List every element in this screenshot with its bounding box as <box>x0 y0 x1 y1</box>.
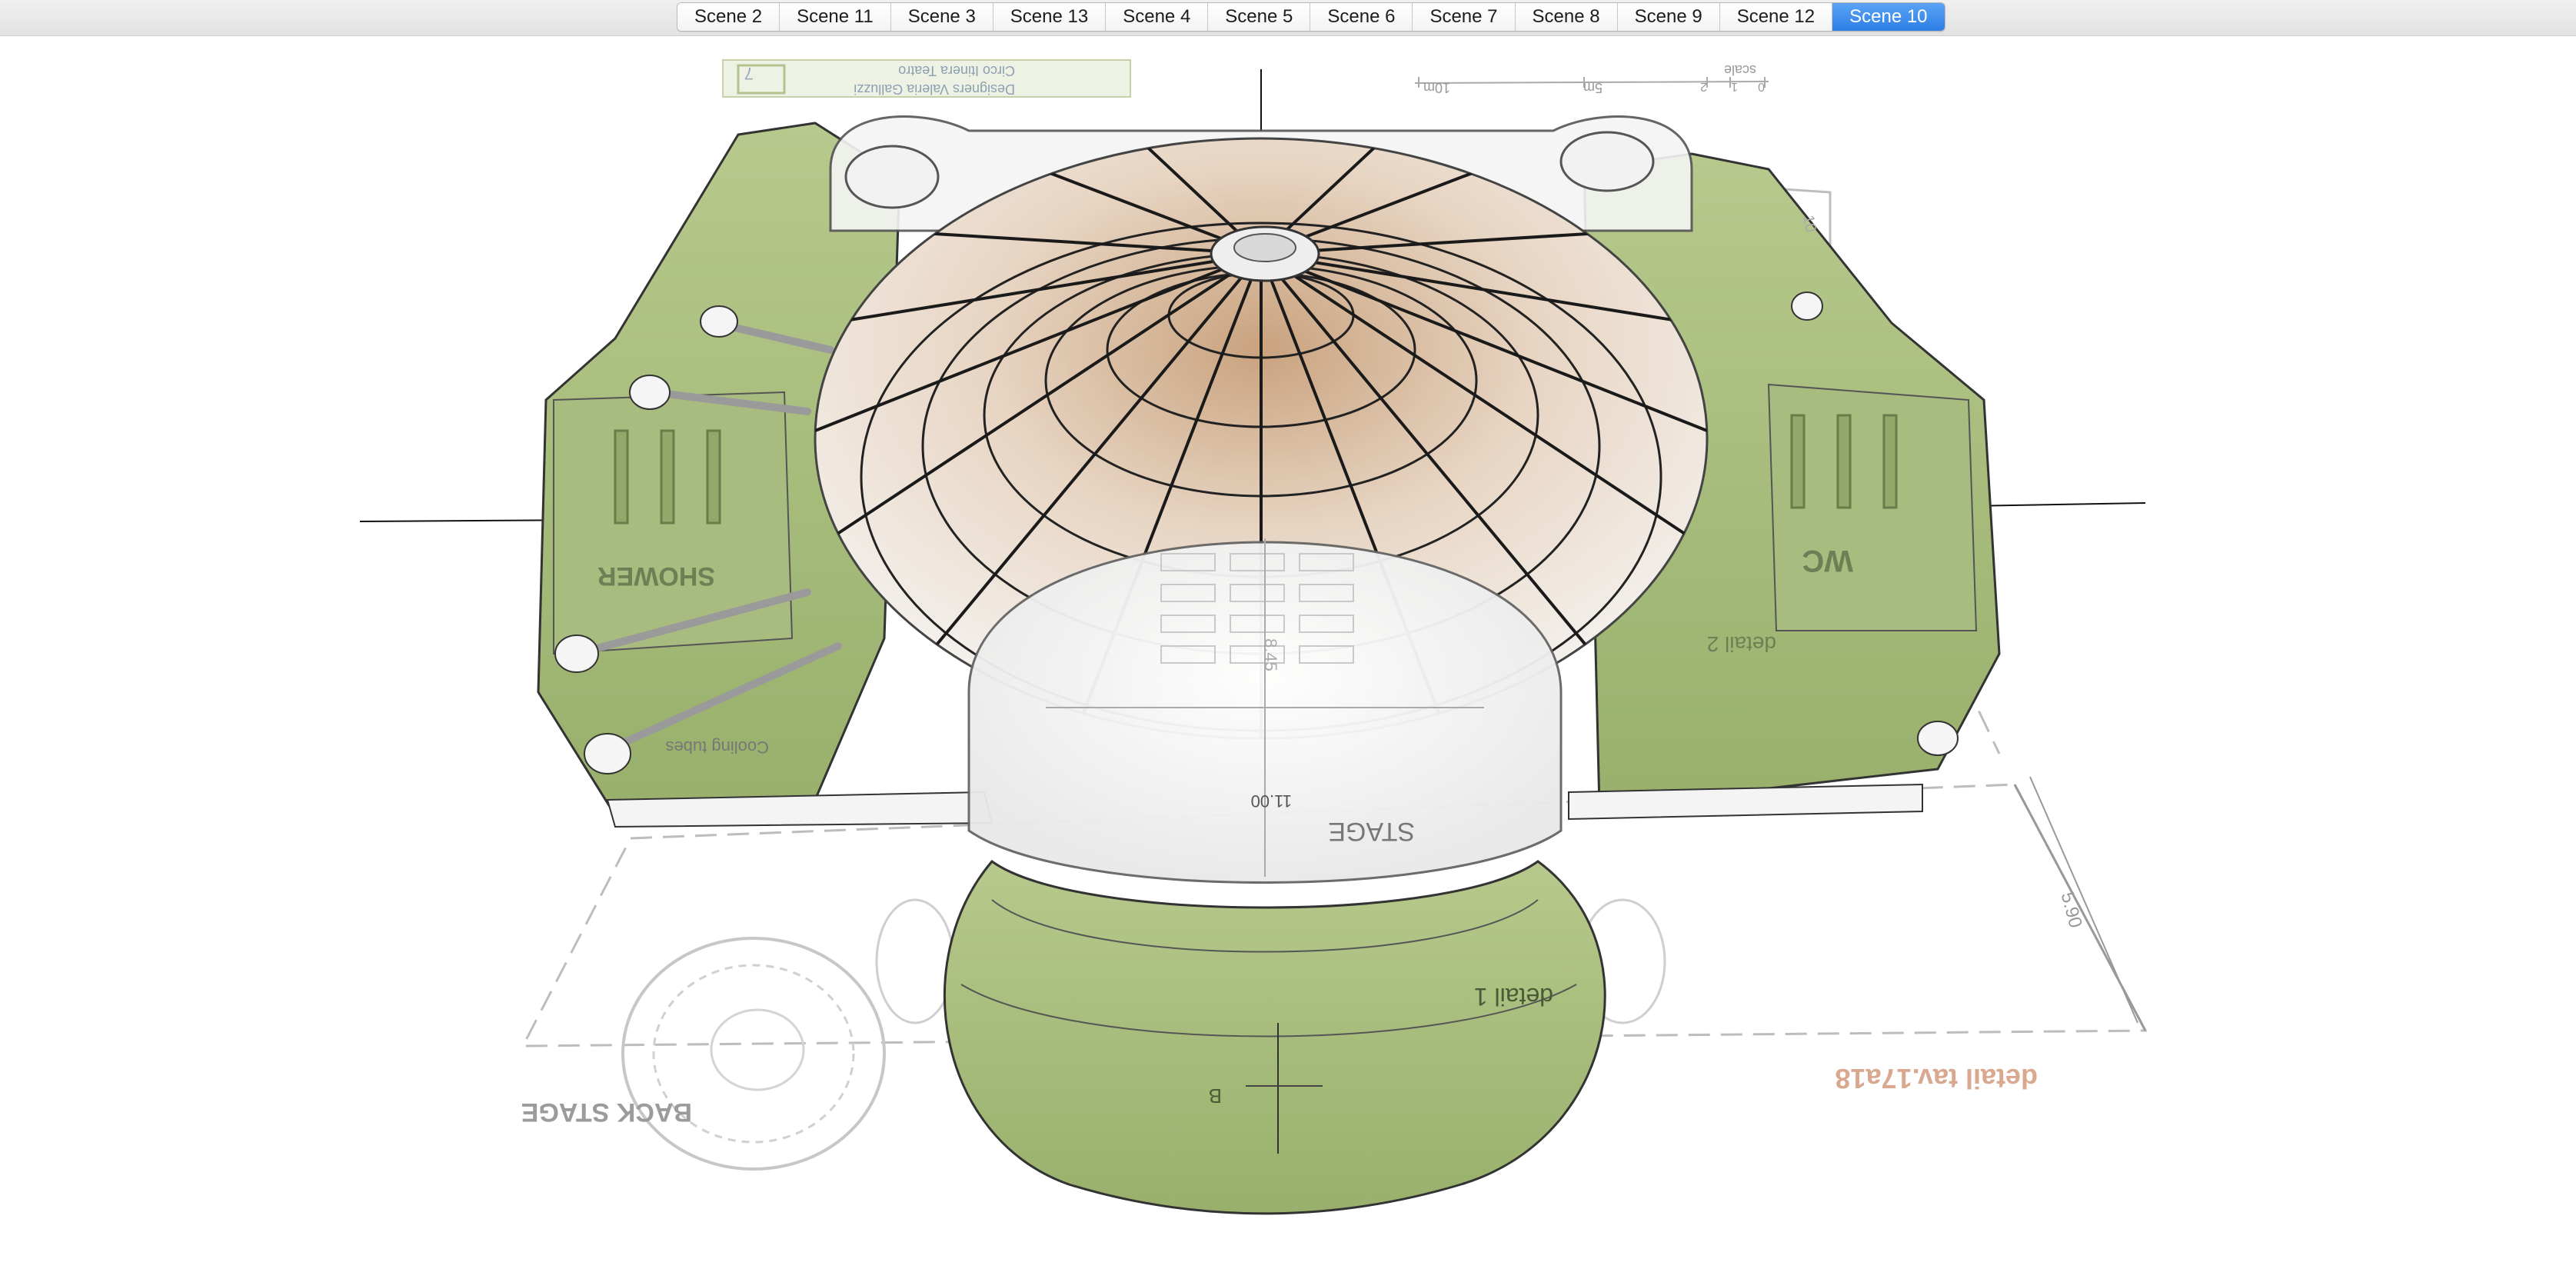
tab-scene-7[interactable]: Scene 7 <box>1413 3 1516 31</box>
svg-text:scale: scale <box>1724 62 1756 78</box>
svg-text:0: 0 <box>1758 80 1765 93</box>
back-stage-label: BACK STAGE <box>521 1097 692 1127</box>
3d-model-viewport[interactable]: SHOWER Cooling tubes WC detail 2 8.45 11… <box>0 36 2576 1275</box>
dim-1100-label: 11.00 <box>1251 791 1292 811</box>
scale-bar: 10m 5m 2 1 0 scale <box>1414 62 1769 95</box>
svg-text:10m: 10m <box>1423 80 1450 95</box>
tab-scene-2[interactable]: Scene 2 <box>677 3 780 31</box>
title-block: 7 Circo Itinera Teatro Designers Valeria… <box>722 59 1131 98</box>
svg-text:1: 1 <box>1731 80 1738 93</box>
tab-scene-4[interactable]: Scene 4 <box>1106 3 1209 31</box>
svg-text:Circo Itinera Teatro: Circo Itinera Teatro <box>898 63 1015 78</box>
svg-text:10: 10 <box>1799 214 1819 234</box>
detail-tav-label: detail tav.17a18 <box>1835 1063 2039 1094</box>
tab-scene-8[interactable]: Scene 8 <box>1515 3 1618 31</box>
front-stage: 8.45 11.00 STAGE <box>967 538 1563 884</box>
tab-scene-11[interactable]: Scene 11 <box>780 3 891 31</box>
tab-scene-12[interactable]: Scene 12 <box>1719 3 1833 31</box>
detail-2-label: detail 2 <box>1707 632 1776 656</box>
section-b-label: B <box>1209 1084 1222 1107</box>
stage-label: STAGE <box>1328 817 1415 846</box>
tab-scene-5[interactable]: Scene 5 <box>1208 3 1311 31</box>
tab-scene-9[interactable]: Scene 9 <box>1617 3 1720 31</box>
svg-text:2: 2 <box>1700 80 1707 93</box>
cooling-tubes-label: Cooling tubes <box>665 738 769 757</box>
wc-label: WC <box>1802 544 1853 578</box>
detail-1-label: detail 1 <box>1474 983 1553 1011</box>
tab-scene-3[interactable]: Scene 3 <box>890 3 993 31</box>
model-drawing: SHOWER Cooling tubes WC detail 2 8.45 11… <box>359 59 2148 1215</box>
tab-scene-10[interactable]: Scene 10 <box>1832 3 1945 31</box>
shower-label: SHOWER <box>597 561 715 591</box>
scene-tabs: Scene 2 Scene 11 Scene 3 Scene 13 Scene … <box>677 2 1945 32</box>
dim-845-label: 8.45 <box>1261 638 1280 671</box>
svg-text:5m: 5m <box>1583 80 1603 95</box>
svg-text:Designers Valeria Galluzzi: Designers Valeria Galluzzi <box>854 82 1015 97</box>
svg-text:7: 7 <box>744 64 754 83</box>
front-apron: B detail 1 <box>944 859 1606 1215</box>
tab-scene-13[interactable]: Scene 13 <box>993 3 1107 31</box>
tab-scene-6[interactable]: Scene 6 <box>1310 3 1413 31</box>
scene-tab-bar: Scene 2 Scene 11 Scene 3 Scene 13 Scene … <box>0 0 2576 36</box>
